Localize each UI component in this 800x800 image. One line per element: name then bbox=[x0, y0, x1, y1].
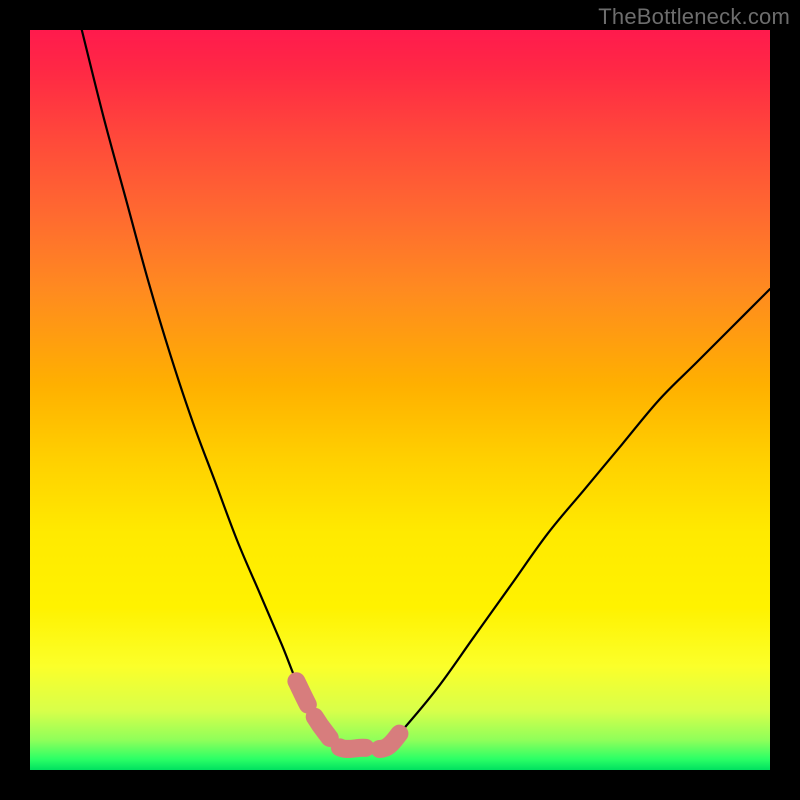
sweet-spot-highlight bbox=[296, 681, 400, 749]
plot-area bbox=[30, 30, 770, 770]
bottleneck-curve bbox=[82, 30, 770, 749]
chart-frame: TheBottleneck.com bbox=[0, 0, 800, 800]
watermark-text: TheBottleneck.com bbox=[598, 4, 790, 30]
curve-layer bbox=[30, 30, 770, 770]
